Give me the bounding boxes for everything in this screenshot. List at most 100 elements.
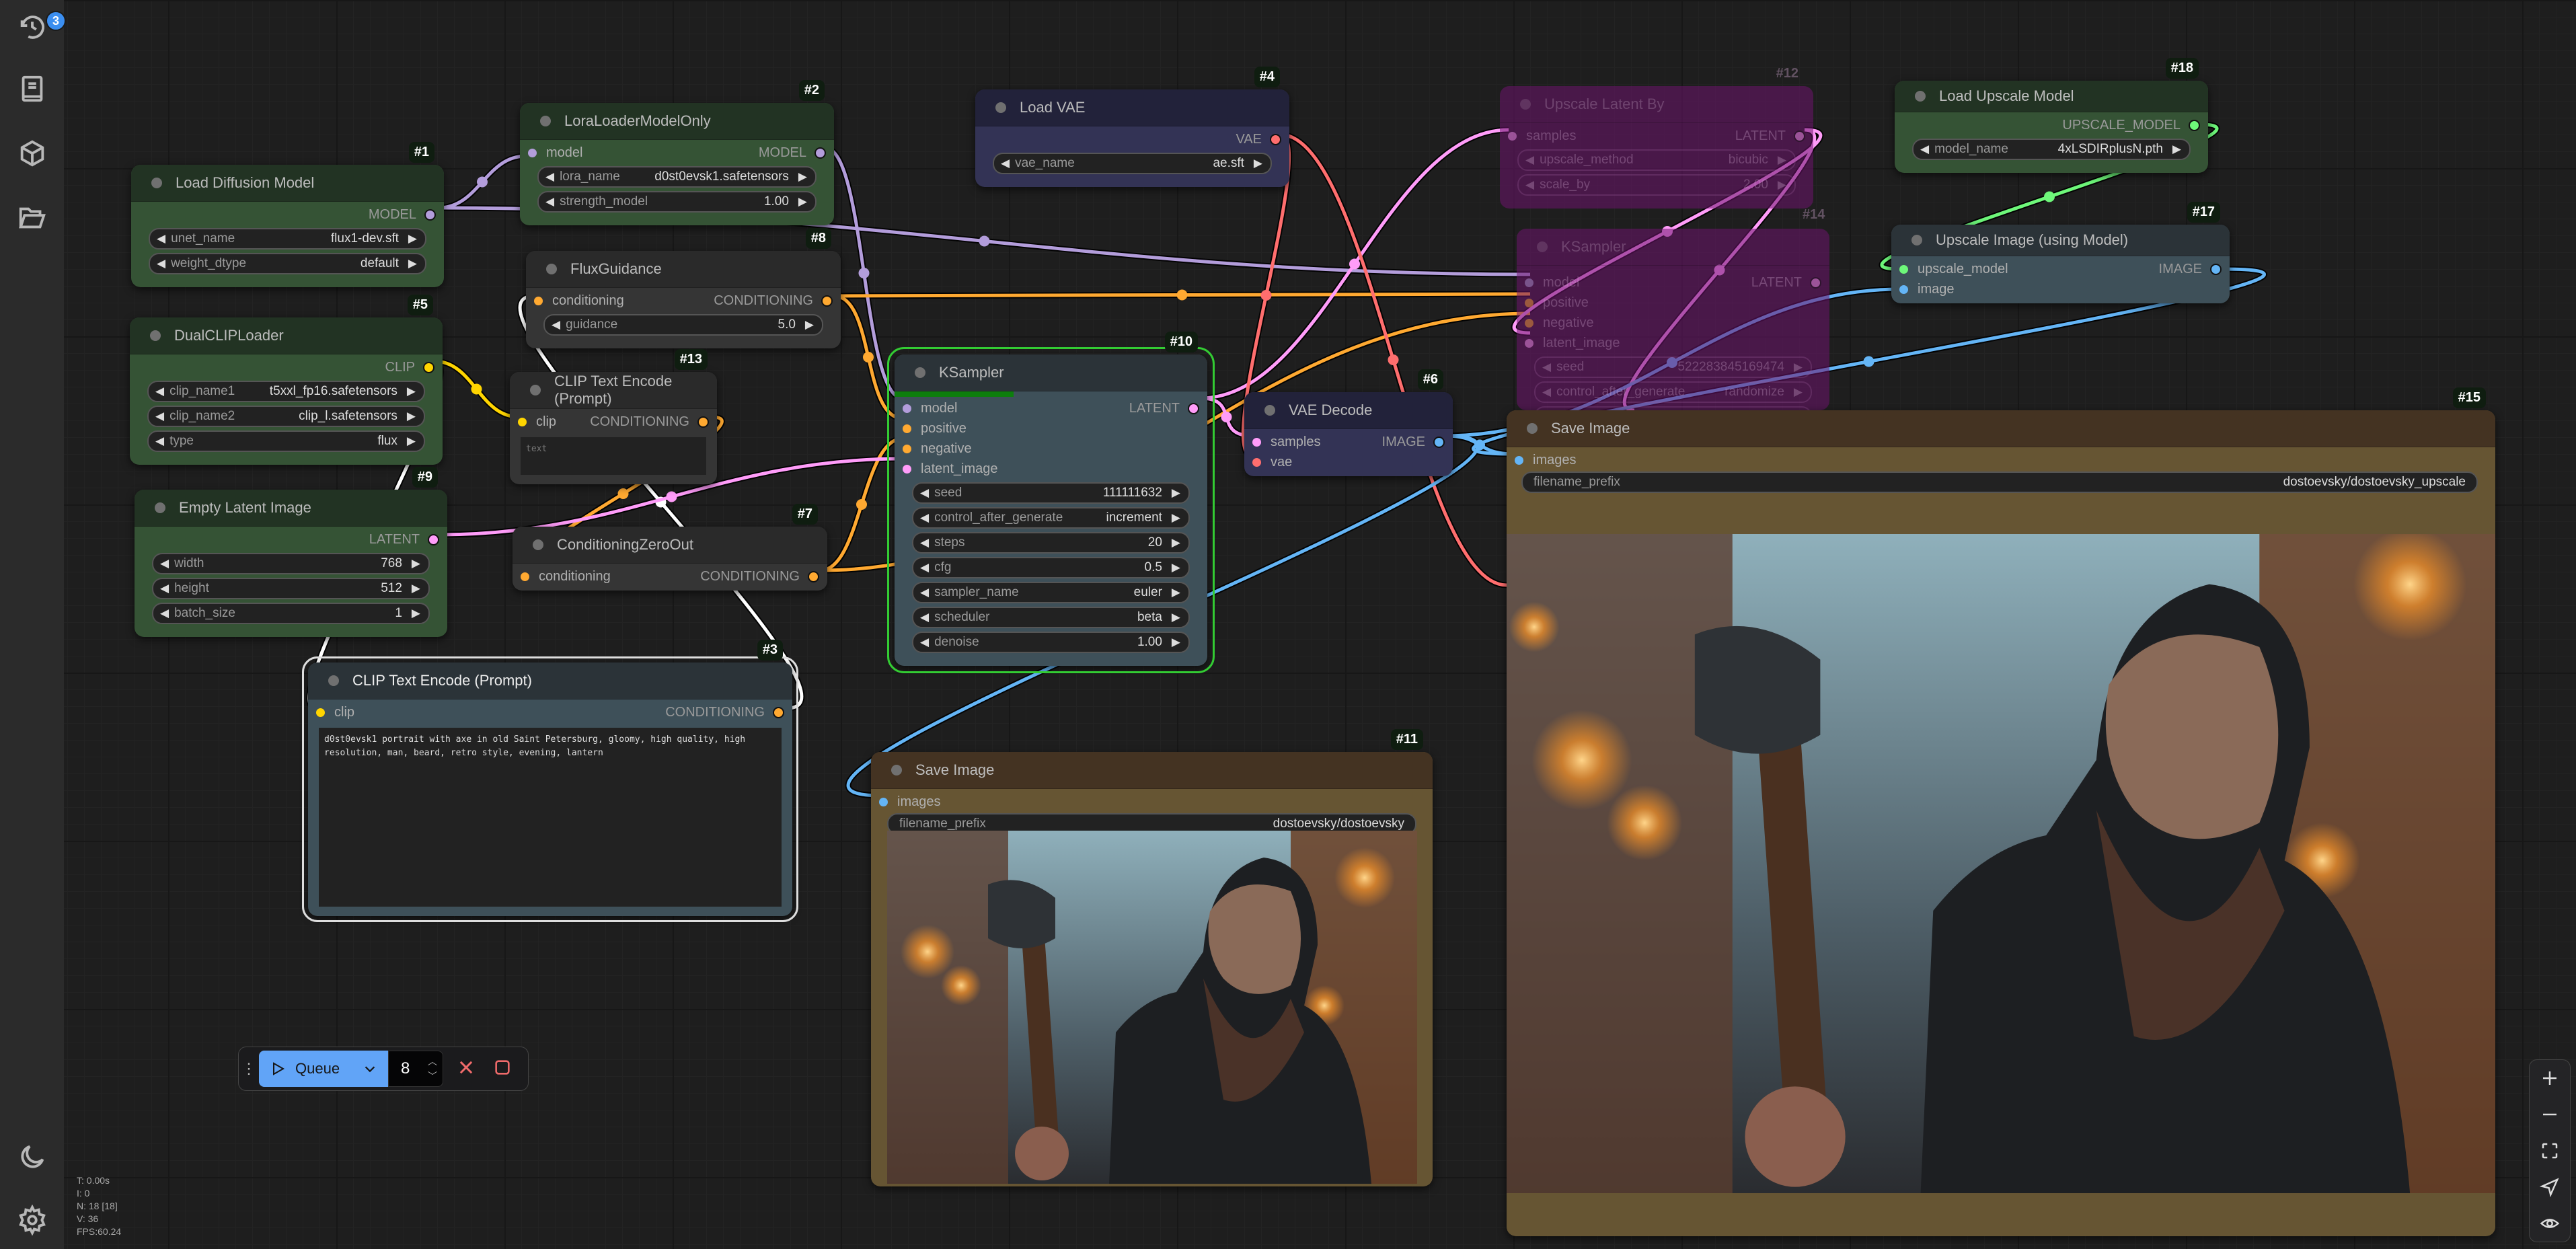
prompt-text-input[interactable]: d0st0evsk1 portrait with axe in old Sain… — [319, 728, 782, 907]
node-title[interactable]: KSampler — [1517, 229, 1829, 266]
widget-control-after-generate[interactable]: ◀ control_after_generate randomize ▶ — [1534, 381, 1812, 403]
widget-guidance[interactable]: ◀ guidance 5.0 ▶ — [543, 314, 823, 336]
output-slot-latent[interactable]: LATENT — [1751, 272, 1821, 293]
widget-type[interactable]: ◀ type flux ▶ — [147, 430, 425, 452]
collapse-dot[interactable] — [995, 102, 1006, 113]
output-slot-latent[interactable]: LATENT — [1735, 126, 1805, 146]
zoom-in-button[interactable] — [2530, 1060, 2570, 1096]
widget-cfg[interactable]: ◀ cfg 0.5 ▶ — [912, 557, 1190, 578]
node-title[interactable]: Save Image — [1507, 410, 2495, 447]
collapse-dot[interactable] — [1520, 99, 1531, 110]
increment-arrow-icon[interactable]: ▶ — [399, 257, 425, 270]
collapse-dot[interactable] — [155, 502, 165, 513]
input-slot-images[interactable]: images — [1515, 450, 1576, 470]
slot-dot[interactable] — [1899, 264, 1908, 274]
decrement-arrow-icon[interactable]: ◀ — [153, 557, 174, 570]
increment-arrow-icon[interactable]: ▶ — [1244, 157, 1271, 170]
slot-dot[interactable] — [903, 404, 911, 413]
node-title[interactable]: Empty Latent Image — [135, 490, 447, 527]
output-slot-vae[interactable]: VAE — [1236, 129, 1281, 149]
decrement-arrow-icon[interactable]: ◀ — [1914, 143, 1934, 156]
select-mode-button[interactable] — [2530, 1169, 2570, 1205]
widget-unet-name[interactable]: ◀ unet_name flux1-dev.sft ▶ — [149, 228, 426, 250]
input-slot-samples[interactable]: samples — [1252, 432, 1320, 452]
slot-dot[interactable] — [879, 797, 888, 806]
widget-clip-name2[interactable]: ◀ clip_name2 clip_l.safetensors ▶ — [147, 406, 425, 427]
node-library-button[interactable] — [15, 71, 50, 106]
theme-toggle-button[interactable] — [15, 1139, 50, 1174]
widget-upscale-method[interactable]: ◀ upscale_method bicubic ▶ — [1517, 149, 1796, 171]
widget-batch-size[interactable]: ◀ batch_size 1 ▶ — [152, 603, 430, 624]
link-image-6-15-midpoint[interactable] — [1474, 439, 1485, 451]
node-title[interactable]: Load VAE — [975, 89, 1289, 126]
increment-arrow-icon[interactable]: ▶ — [2163, 143, 2189, 156]
widget-clip-name1[interactable]: ◀ clip_name1 t5xxl_fp16.safetensors ▶ — [147, 381, 425, 402]
node-title[interactable]: Upscale Image (using Model) — [1891, 225, 2230, 256]
collapse-dot[interactable] — [1911, 235, 1922, 245]
collapse-dot[interactable] — [1527, 423, 1538, 434]
slot-dot[interactable] — [518, 417, 527, 426]
node-title[interactable]: Upscale Latent By — [1500, 86, 1813, 123]
slot-dot[interactable] — [423, 361, 434, 373]
slot-dot[interactable] — [1252, 437, 1261, 447]
node-upscale-image-using-model[interactable]: #17 Upscale Image (using Model) upscale_… — [1891, 202, 2230, 303]
widget-vae-name[interactable]: ◀ vae_name ae.sft ▶ — [993, 153, 1272, 174]
cancel-current-button[interactable] — [457, 1058, 476, 1080]
widget-denoise[interactable]: ◀ denoise 1.00 ▶ — [912, 632, 1190, 653]
node-title[interactable]: FluxGuidance — [526, 251, 841, 288]
node-vae-decode[interactable]: #6 VAE Decode samples IMAGE vae — [1244, 369, 1453, 476]
input-slot-vae[interactable]: vae — [1252, 452, 1292, 472]
slot-dot[interactable] — [2210, 263, 2222, 275]
increment-arrow-icon[interactable]: ▶ — [402, 557, 428, 570]
input-slot-latent-image[interactable]: latent_image — [1525, 333, 1620, 353]
link-latent-9-10-midpoint[interactable] — [666, 491, 677, 502]
node-load-diffusion-model[interactable]: #1 Load Diffusion Model MODEL ◀ unet_name… — [131, 142, 444, 287]
link-image-6-15[interactable] — [1444, 434, 1515, 456]
node-upscale-latent-by[interactable]: #12 Upscale Latent By samples LATENT ◀ up… — [1500, 66, 1813, 209]
output-slot-model[interactable]: MODEL — [369, 204, 436, 225]
collapse-dot[interactable] — [530, 385, 541, 395]
input-slot-conditioning[interactable]: conditioning — [534, 291, 624, 311]
collapse-dot[interactable] — [540, 116, 551, 126]
increment-arrow-icon[interactable]: ▶ — [1162, 611, 1188, 624]
slot-dot[interactable] — [815, 147, 826, 159]
decrement-arrow-icon[interactable]: ◀ — [149, 434, 169, 448]
node-load-vae[interactable]: #4 Load VAE VAE ◀ vae_name ae.sft ▶ — [975, 67, 1289, 187]
widget-model-name[interactable]: ◀ model_name 4xLSDIRplusN.pth ▶ — [1912, 139, 2191, 160]
link-cond-13-7-midpoint[interactable] — [617, 488, 629, 499]
node-conditioning-zero-out[interactable]: #7 ConditioningZeroOut conditioning COND… — [513, 504, 827, 591]
node-clip-text-encode-negative[interactable]: #13 CLIP Text Encode (Prompt) clip CONDI… — [510, 349, 717, 484]
node-title[interactable]: CLIP Text Encode (Prompt) — [510, 372, 717, 409]
workflows-button[interactable] — [15, 200, 50, 235]
node-save-image[interactable]: #11 Save Image images filename_prefix dos… — [871, 729, 1433, 1186]
chevron-down-icon[interactable] — [363, 1061, 377, 1076]
model-library-button[interactable] — [15, 136, 50, 171]
link-cond-8-10[interactable] — [833, 294, 903, 420]
decrement-arrow-icon[interactable]: ◀ — [545, 318, 566, 332]
link-vae-4-6-midpoint[interactable] — [1260, 290, 1272, 301]
node-empty-latent-image[interactable]: #9 Empty Latent Image LATENT ◀ width 768 ▶ … — [135, 467, 447, 637]
link-cond-7-10[interactable] — [820, 437, 903, 572]
link-model-1-2-midpoint[interactable] — [477, 176, 488, 188]
slot-dot[interactable] — [521, 572, 529, 581]
widget-strength-model[interactable]: ◀ strength_model 1.00 ▶ — [537, 191, 817, 213]
slot-dot[interactable] — [1525, 298, 1533, 307]
increment-arrow-icon[interactable]: ▶ — [397, 434, 424, 448]
increment-arrow-icon[interactable]: ▶ — [1768, 178, 1794, 192]
input-slot-negative[interactable]: negative — [1525, 313, 1594, 333]
input-slot-model[interactable]: model — [1525, 272, 1579, 293]
input-slot-latent-image[interactable]: latent_image — [903, 459, 998, 479]
input-slot-negative[interactable]: negative — [903, 439, 972, 459]
increment-chevron-icon[interactable]: ︿ — [428, 1054, 437, 1069]
increment-arrow-icon[interactable]: ▶ — [1162, 486, 1188, 500]
slot-dot[interactable] — [1188, 402, 1199, 414]
increment-arrow-icon[interactable]: ▶ — [789, 170, 815, 184]
node-ksampler[interactable]: #10 KSampler model LATENT positive negat… — [887, 332, 1215, 673]
output-slot-clip[interactable]: CLIP — [385, 357, 434, 377]
zoom-out-button[interactable] — [2530, 1096, 2570, 1133]
widget-scale-by[interactable]: ◀ scale_by 2.00 ▶ — [1517, 174, 1796, 196]
node-flux-guidance[interactable]: #8 FluxGuidance conditioning CONDITIONIN… — [526, 228, 841, 348]
increment-arrow-icon[interactable]: ▶ — [402, 607, 428, 620]
decrement-arrow-icon[interactable]: ◀ — [150, 232, 171, 245]
link-vae-4-15b-midpoint[interactable] — [1388, 354, 1399, 365]
